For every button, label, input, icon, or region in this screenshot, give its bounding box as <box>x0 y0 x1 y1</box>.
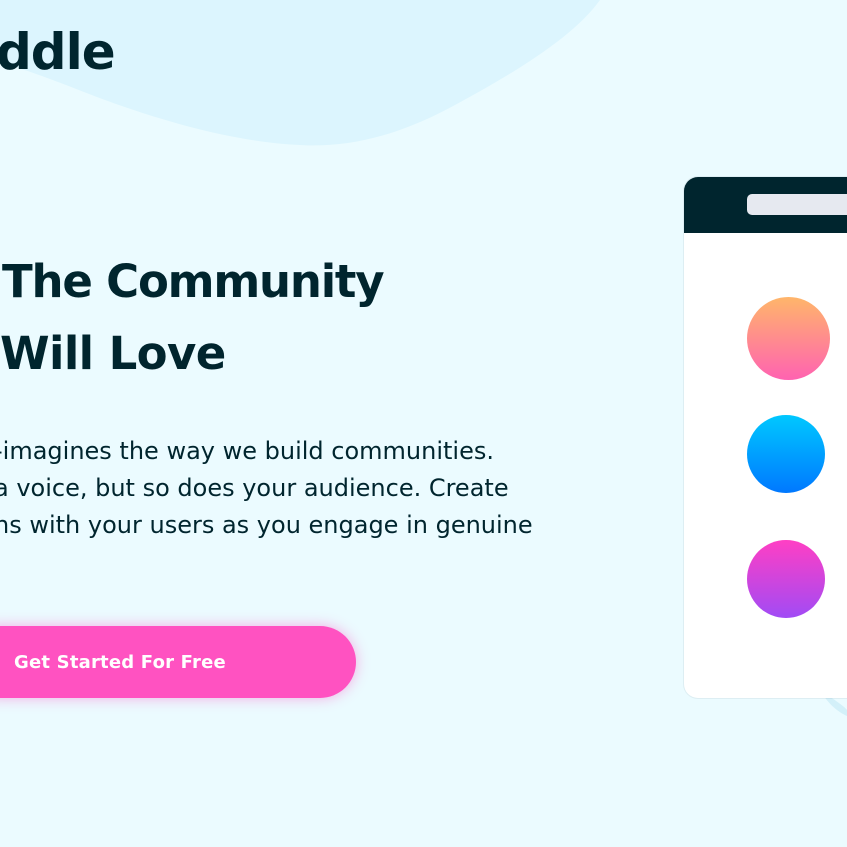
brand-logo[interactable]: ddle <box>0 22 116 82</box>
avatar-orange-icon <box>747 297 830 380</box>
description-line-3: ns with your users as you engage in genu… <box>0 511 533 539</box>
get-started-button[interactable]: Get Started For Free <box>0 626 356 698</box>
description-line-4: . <box>0 544 533 581</box>
description-line-1: -imagines the way we build communities. <box>0 437 494 465</box>
phone-header-bar <box>684 177 847 233</box>
hero-headline: The Community Will Love <box>0 246 385 390</box>
headline-line-1: The Community <box>2 255 385 308</box>
phone-notch <box>747 194 847 215</box>
avatar-purple-icon <box>747 540 825 618</box>
description-line-2: a voice, but so does your audience. Crea… <box>0 474 509 502</box>
hero-description: -imagines the way we build communities. … <box>0 433 533 581</box>
avatar-blue-icon <box>747 415 825 493</box>
phone-mockup <box>684 177 847 698</box>
headline-line-2: Will Love <box>0 327 226 380</box>
get-started-button-label: Get Started For Free <box>14 651 226 673</box>
